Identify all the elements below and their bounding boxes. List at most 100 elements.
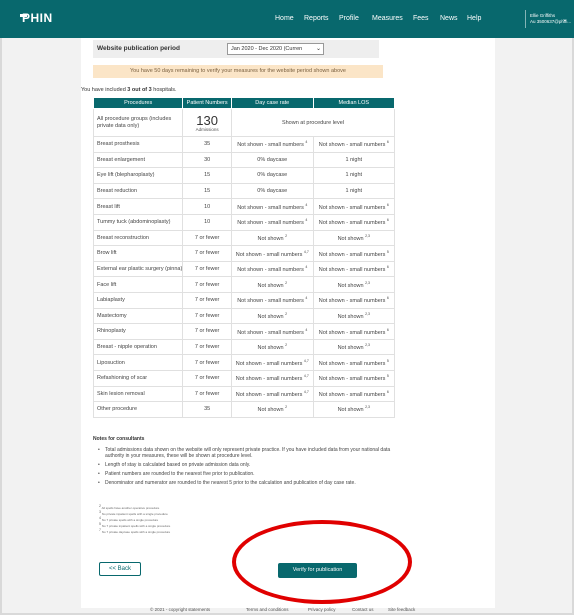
cell-procedure: External ear plastic surgery (pinna) — [92, 260, 184, 278]
table-row: Skin lesion removal 7 or fewer Not shown -… — [92, 385, 396, 403]
footer-terms[interactable]: Terms and conditions — [246, 607, 289, 612]
cell-patients: 7 or fewer — [182, 369, 232, 387]
cell-merged: Shown at procedure level — [230, 108, 396, 137]
period-selected-value: Jan 2020 - Dec 2020 (Curren — [231, 46, 303, 52]
cell-patients: 7 or fewer — [182, 276, 232, 293]
table-row-all-procedures: All procedure groups (includes private d… — [92, 108, 396, 137]
table-row: Eye lift (blepharoplasty) 15 0% daycase 1 n… — [92, 167, 396, 184]
period-select[interactable]: Jan 2020 - Dec 2020 (Curren ⌄ — [227, 43, 324, 55]
cell-patients: 35 — [182, 401, 232, 418]
footer-copyright: © 2021 - copyright statements — [150, 607, 211, 612]
cell-procedure: Breast lift — [92, 198, 184, 215]
cell-median-los: Not shown - small numbers 5 — [312, 369, 396, 387]
cell-median-los: Not shown - small numbers 6 — [312, 198, 396, 215]
note-item: Denominator and numerator are rounded to… — [93, 480, 395, 486]
cell-day-case-rate: Not shown - small numbers 4,7 — [230, 385, 314, 403]
included-suffix: hospitals. — [151, 87, 177, 93]
cell-median-los: Not shown - small numbers 6 — [312, 323, 396, 340]
table-row: Refashioning of scar 7 or fewer Not shown … — [92, 369, 396, 387]
footer-contact[interactable]: Contact us — [352, 607, 374, 612]
cell-procedure: Eye lift (blepharoplasty) — [92, 167, 184, 184]
cell-patients: 7 or fewer — [182, 323, 232, 340]
table-row: Breast - nipple operation 7 or fewer Not s… — [92, 338, 396, 356]
table-row: External ear plastic surgery (pinna) 7 or… — [92, 260, 396, 278]
nav-measures[interactable]: Measures — [372, 15, 403, 22]
red-annotation-circle — [232, 520, 412, 604]
back-button[interactable]: << Back — [99, 562, 141, 576]
table-row: Face lift 7 or fewer Not shown 2 Not shown … — [92, 276, 396, 293]
cell-patients: 7 or fewer — [182, 229, 232, 247]
cell-patients: 35 — [182, 136, 232, 153]
table-row: Breast lift 10 Not shown - small numbers 4… — [92, 198, 396, 215]
cell-median-los: 1 night — [312, 151, 396, 169]
cell-median-los: Not shown 2,3 — [312, 229, 396, 247]
cell-day-case-rate: Not shown - small numbers 4,7 — [230, 369, 314, 387]
cell-day-case-rate: Not shown 2 — [230, 338, 314, 356]
footer-feedback[interactable]: Site feedback — [388, 607, 415, 612]
nav-reports[interactable]: Reports — [304, 15, 329, 22]
cell-patients: 7 or fewer — [182, 307, 232, 325]
cell-day-case-rate: Not shown - small numbers 4 — [230, 198, 314, 215]
cell-procedure: Face lift — [92, 276, 184, 293]
cell-patients: 7 or fewer — [182, 385, 232, 403]
cell-median-los: Not shown - small numbers 6 — [312, 213, 396, 231]
notes-title: Notes for consultants — [93, 436, 145, 442]
cell-procedure: Mastectomy — [92, 307, 184, 325]
col-patient-numbers: Patient Numbers — [182, 97, 232, 109]
cell-patients: 15 — [182, 182, 232, 200]
table-row: Rhinoplasty 7 or fewer Not shown - small n… — [92, 323, 396, 340]
notes-list: Total admissions data shown on the websi… — [93, 447, 395, 486]
cell-patients: 7 or fewer — [182, 245, 232, 262]
cell-median-los: Not shown - small numbers 6 — [312, 136, 396, 153]
cell-procedure: Rhinoplasty — [92, 323, 184, 340]
nav-fees[interactable]: Fees — [413, 15, 429, 22]
cell-day-case-rate: 0% daycase — [230, 182, 314, 200]
cell-day-case-rate: Not shown 2 — [230, 229, 314, 247]
cell-day-case-rate: 0% daycase — [230, 151, 314, 169]
table-row: Breast enlargement 30 0% daycase 1 night — [92, 151, 396, 169]
cell-patients: 15 — [182, 167, 232, 184]
cell-day-case-rate: Not shown 2 — [230, 307, 314, 325]
nav-news[interactable]: News — [440, 15, 458, 22]
nav-profile[interactable]: Profile — [339, 15, 359, 22]
cell-procedure: Refashioning of scar — [92, 369, 184, 387]
table-row: Labiaplasty 7 or fewer Not shown - small n… — [92, 291, 396, 309]
nav-divider — [525, 10, 526, 28]
nav-home[interactable]: Home — [275, 15, 294, 22]
cell-procedure: Breast prosthesis — [92, 136, 184, 153]
period-label: Website publication period — [97, 45, 180, 52]
cell-day-case-rate: Not shown - small numbers 4 — [230, 323, 314, 340]
footer-privacy[interactable]: Privacy policy — [308, 607, 336, 612]
cell-procedure: Other procedure — [92, 401, 184, 418]
cell-median-los: Not shown - small numbers 5 — [312, 245, 396, 262]
chevron-down-icon[interactable]: ⌄ — [562, 15, 568, 23]
cell-procedure: Labiaplasty — [92, 291, 184, 309]
table-row: Other procedure 35 Not shown 2 Not shown 2,… — [92, 401, 396, 418]
cell-day-case-rate: Not shown - small numbers 4 — [230, 213, 314, 231]
table-row: Breast prosthesis 35 Not shown - small num… — [92, 136, 396, 153]
cell-patients: 7 or fewer — [182, 260, 232, 278]
cell-patients: 7 or fewer — [182, 338, 232, 356]
table-row: Brow lift 7 or fewer Not shown - small num… — [92, 245, 396, 262]
cell-procedure: Liposuction — [92, 354, 184, 371]
publication-period: Website publication period Jan 2020 - De… — [93, 40, 379, 58]
cell-patients: 7 or fewer — [182, 354, 232, 371]
cell-patients: 10 — [182, 198, 232, 215]
cell-median-los: Not shown - small numbers 5 — [312, 354, 396, 371]
cell-patients: 130 Admissions — [182, 108, 232, 137]
nav-help[interactable]: Help — [467, 15, 481, 22]
hospitals-included: You have included 3 out of 3 hospitals. — [81, 87, 177, 93]
table-header: Procedures Patient Numbers Day case rate… — [92, 97, 396, 109]
cell-procedure: Breast enlargement — [92, 151, 184, 169]
cell-day-case-rate: Not shown - small numbers 4 — [230, 260, 314, 278]
cell-day-case-rate: Not shown - small numbers 4,7 — [230, 354, 314, 371]
table-row: Tummy tuck (abdominoplasty) 10 Not shown -… — [92, 213, 396, 231]
cell-median-los: Not shown 2,3 — [312, 276, 396, 293]
cell-median-los: 1 night — [312, 167, 396, 184]
note-item: Total admissions data shown on the websi… — [93, 447, 395, 459]
cell-procedure: Skin lesion removal — [92, 385, 184, 403]
included-count: 3 out of 3 — [127, 87, 152, 93]
table-row: Breast reduction 15 0% daycase 1 night — [92, 182, 396, 200]
cell-patients: 10 — [182, 213, 232, 231]
phin-logo[interactable]: PHIN — [20, 11, 53, 25]
